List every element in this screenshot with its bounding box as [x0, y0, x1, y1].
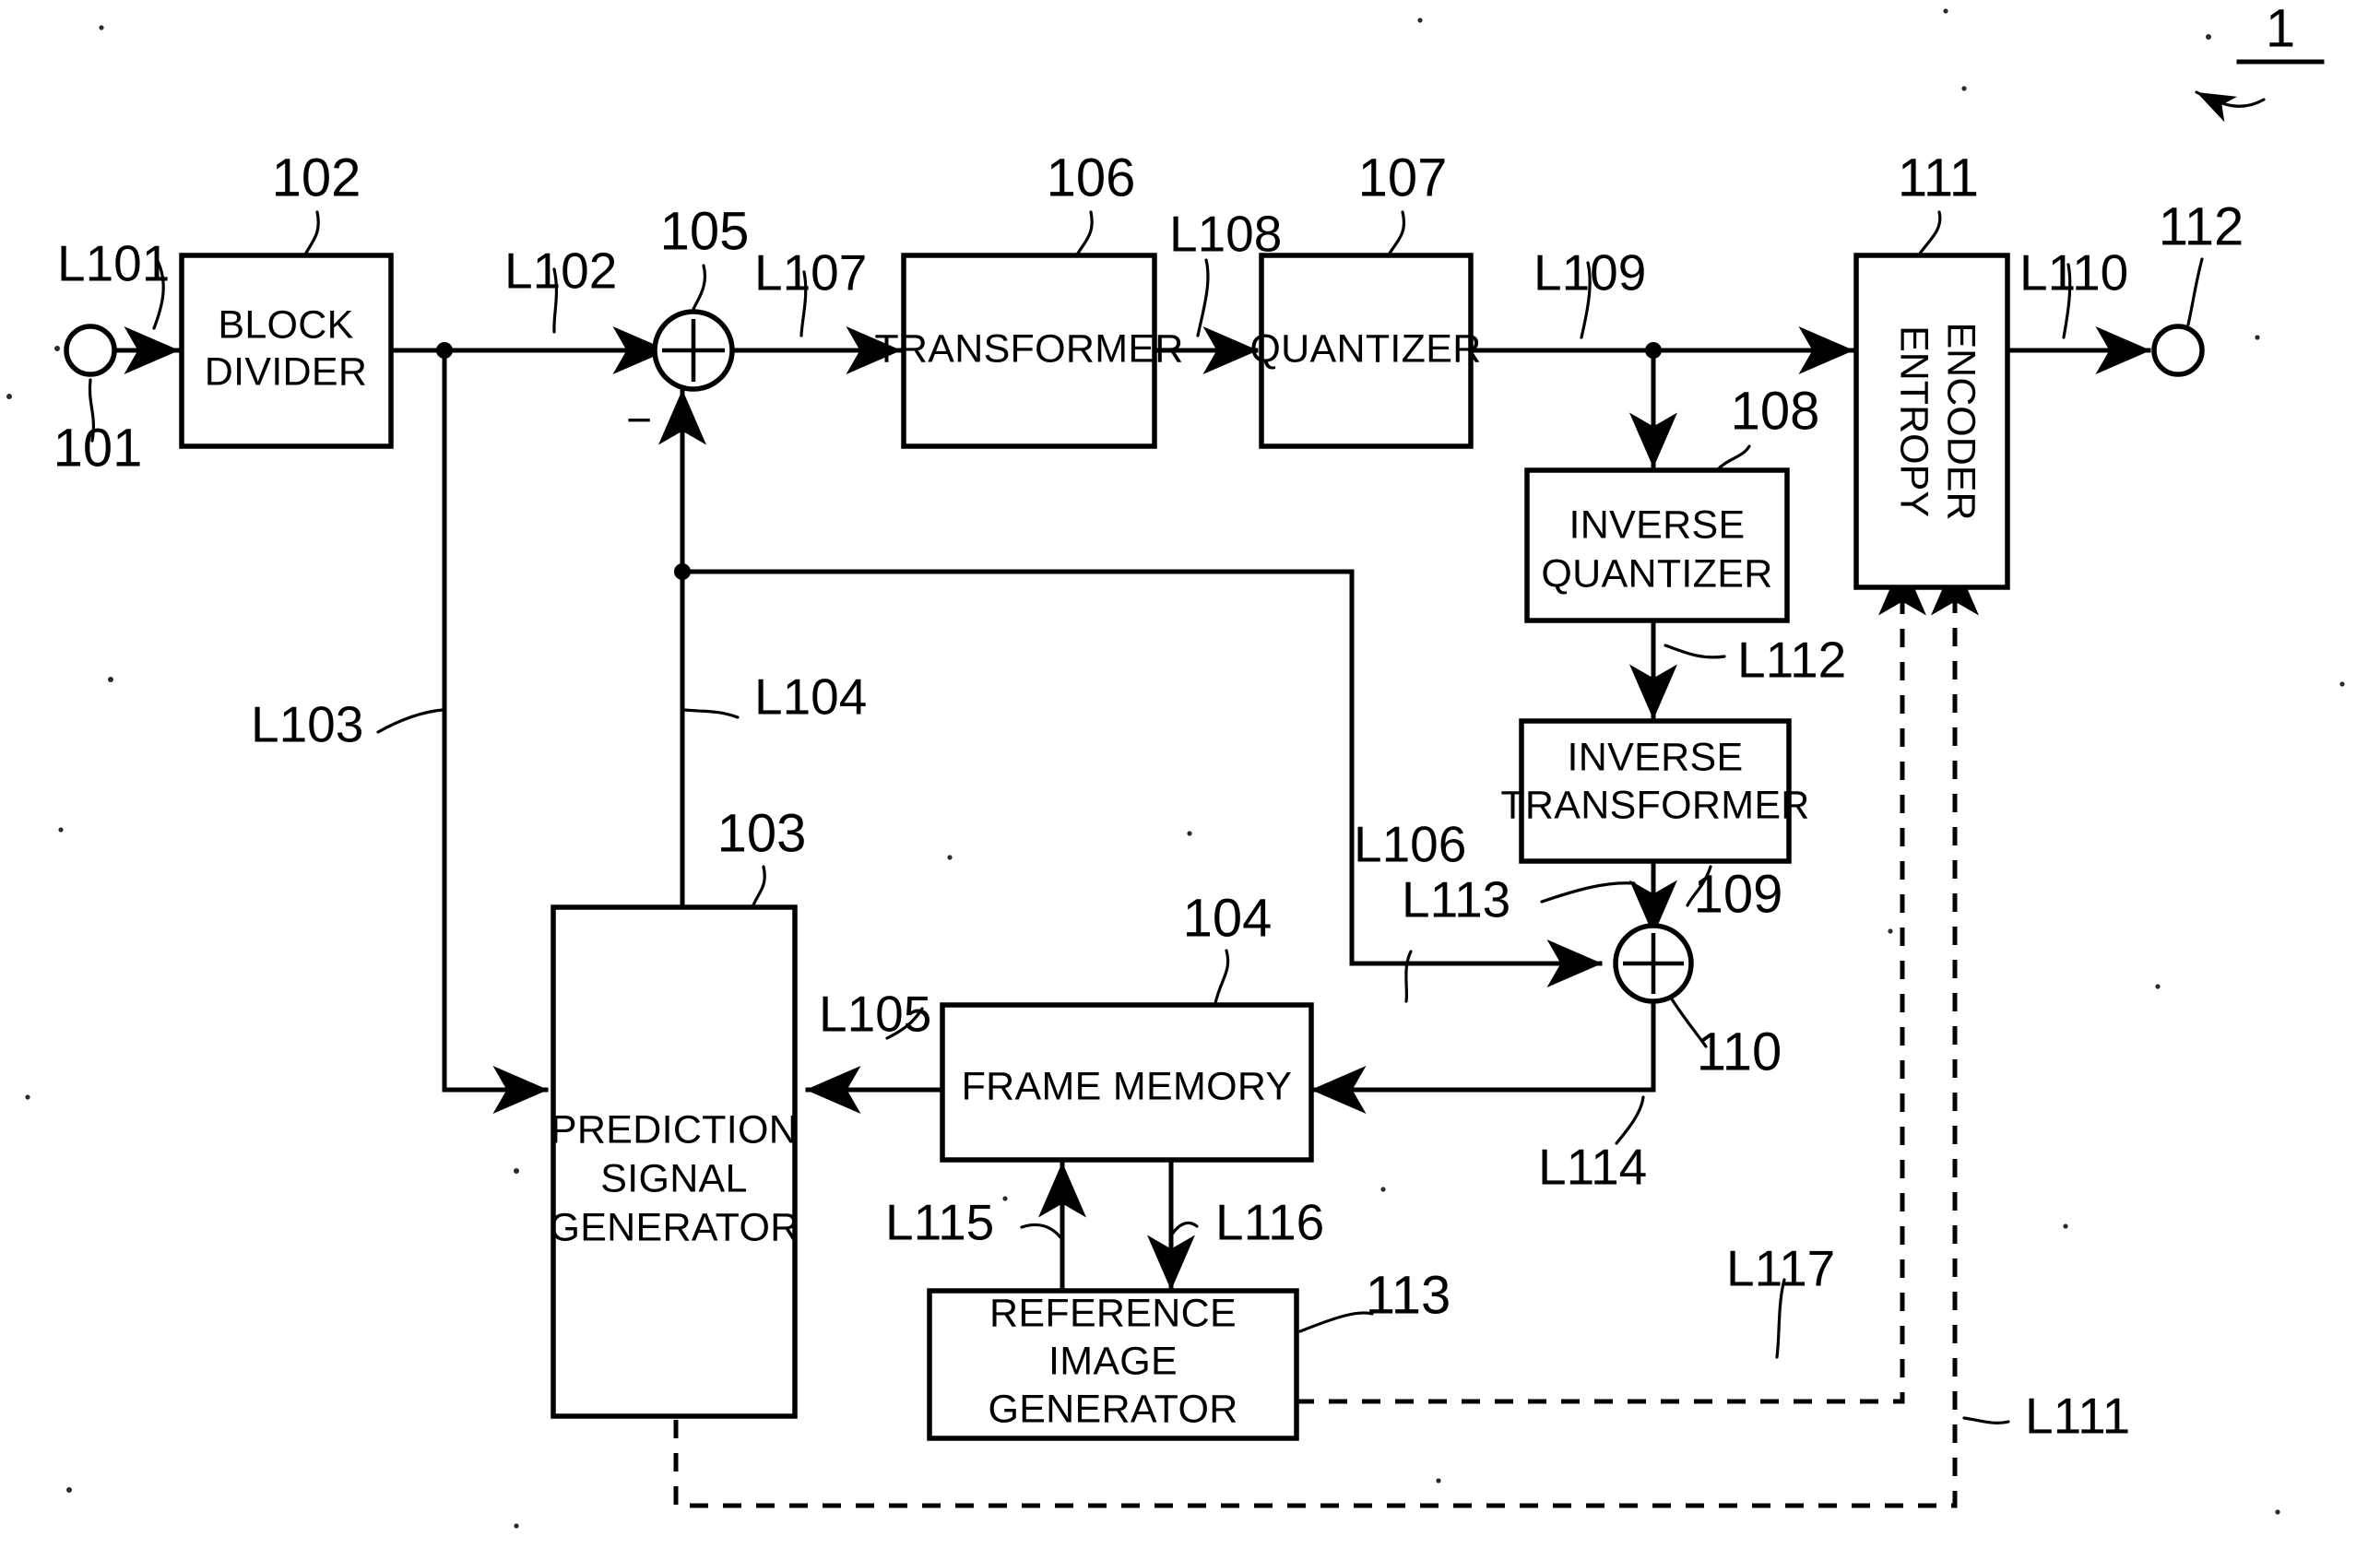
siglabel-L103: L103: [251, 696, 363, 753]
block-divider-label-line2: DIVIDER: [205, 349, 368, 394]
inverse-transformer-label-line2: TRANSFORMER: [1500, 783, 1809, 827]
siglabel-L117: L117: [1726, 1240, 1835, 1297]
input-terminal: [64, 324, 117, 377]
refnum-103: 103: [717, 803, 807, 863]
rig-label-line1: REFERENCE: [989, 1291, 1237, 1335]
siglabel-L110: L110: [2019, 244, 2128, 301]
inverse-transformer-label-line1: INVERSE: [1568, 735, 1744, 779]
leader-102: [302, 210, 320, 258]
leader-107: [1386, 210, 1406, 258]
siglabel-L113: L113: [1402, 871, 1510, 928]
rig-label-line3: GENERATOR: [988, 1387, 1237, 1431]
system-leader-arrow: [2195, 90, 2266, 123]
leader-111: [1916, 210, 1942, 258]
frame-memory-label: FRAME MEMORY: [962, 1064, 1293, 1108]
refnum-107: 107: [1358, 148, 1448, 207]
refnum-105: 105: [660, 201, 750, 261]
subtractor-minus-sign: −: [626, 396, 652, 445]
siglabel-L106: L106: [1354, 816, 1466, 873]
refnum-108: 108: [1731, 381, 1820, 441]
leader-L112: [1664, 644, 1726, 659]
refnum-system-1: 1: [2266, 0, 2295, 58]
siglabel-L116: L116: [1215, 1194, 1324, 1251]
leader-106: [1074, 210, 1094, 258]
inverse-quantizer-label-line2: QUANTIZER: [1541, 551, 1772, 596]
block-divider-label-line1: BLOCK: [218, 302, 353, 347]
siglabel-L114: L114: [1538, 1139, 1647, 1196]
leader-L116: [1169, 1221, 1199, 1237]
figure-canvas: BLOCK DIVIDER TRANSFORMER QUANTIZER ENTR…: [0, 0, 2380, 1560]
siglabel-L104: L104: [754, 668, 867, 726]
siglabel-L115: L115: [885, 1194, 994, 1251]
inverse-quantizer-label-line1: INVERSE: [1569, 502, 1746, 547]
leader-L104: [682, 708, 740, 719]
leader-103: [751, 865, 766, 909]
siglabel-L105: L105: [819, 986, 931, 1043]
leader-L111: [1962, 1416, 2010, 1424]
psg-label-line3: GENERATOR: [549, 1205, 799, 1249]
entropy-encoder-label-line1: ENTROPY: [1892, 325, 1936, 517]
block-diagram-svg: BLOCK DIVIDER TRANSFORMER QUANTIZER ENTR…: [6, 0, 2345, 1529]
output-terminal: [2151, 324, 2205, 377]
refnum-110: 110: [1697, 1022, 1782, 1081]
leader-113: [1298, 1311, 1374, 1333]
siglabel-L107: L107: [754, 244, 867, 301]
refnum-102: 102: [272, 148, 361, 207]
leader-L108: [1196, 258, 1210, 337]
refnum-104: 104: [1183, 888, 1273, 948]
siglabel-L111: L111: [2025, 1388, 2130, 1445]
leader-L114: [1615, 1095, 1645, 1145]
siglabel-L108: L108: [1169, 206, 1282, 263]
refnum-111: 111: [1898, 148, 1979, 207]
psg-label-line1: PREDICTION: [551, 1107, 798, 1152]
siglabel-L109: L109: [1533, 244, 1646, 301]
siglabel-L112: L112: [1737, 632, 1846, 689]
leader-L113: [1540, 881, 1636, 904]
psg-label-line2: SIGNAL: [600, 1156, 748, 1200]
siglabel-L101: L101: [57, 235, 170, 292]
leader-112: [2186, 257, 2204, 326]
transformer-label: TRANSFORMER: [874, 326, 1183, 371]
refnum-112: 112: [2159, 196, 2244, 256]
refnum-109: 109: [1694, 864, 1783, 924]
refnum-106: 106: [1047, 148, 1136, 207]
leader-L106: [1404, 950, 1413, 1003]
rig-label-line2: IMAGE: [1048, 1339, 1178, 1383]
siglabel-L102: L102: [504, 242, 617, 300]
leader-108: [1715, 444, 1751, 472]
leader-105: [691, 264, 706, 313]
quantizer-label: QUANTIZER: [1249, 326, 1481, 371]
refnum-113: 113: [1366, 1265, 1450, 1325]
entropy-encoder-label-line2: ENCODER: [1939, 322, 1983, 520]
refnum-101: 101: [53, 418, 143, 478]
leader-L115: [1020, 1223, 1062, 1239]
leader-L103: [376, 708, 444, 734]
leader-104: [1214, 949, 1230, 1005]
